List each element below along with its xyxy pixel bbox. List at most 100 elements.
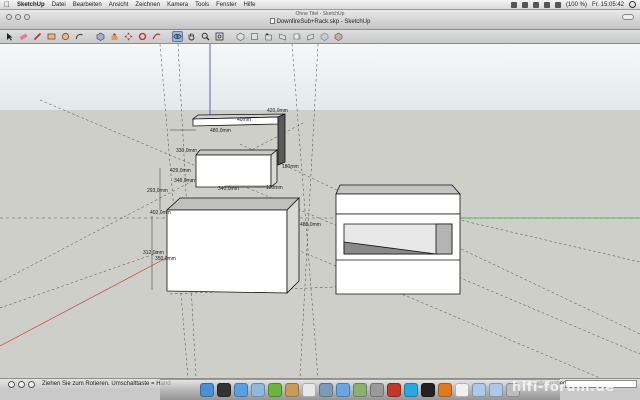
pencil-icon bbox=[33, 32, 42, 41]
make-component-button[interactable] bbox=[95, 31, 106, 42]
rotate-tool-button[interactable] bbox=[137, 31, 148, 42]
move-icon bbox=[124, 32, 133, 41]
circle-tool-button[interactable] bbox=[60, 31, 71, 42]
dock-finder-icon[interactable] bbox=[200, 383, 214, 397]
view-top-button[interactable] bbox=[249, 31, 260, 42]
dock-skype-icon[interactable] bbox=[404, 383, 418, 397]
select-tool-button[interactable] bbox=[4, 31, 15, 42]
offset-icon bbox=[152, 33, 161, 40]
style-shaded-button[interactable] bbox=[333, 31, 344, 42]
xray-icon bbox=[320, 32, 329, 41]
help-icon[interactable] bbox=[28, 380, 35, 388]
volume-icon[interactable] bbox=[543, 1, 550, 8]
dock-ical-icon[interactable] bbox=[302, 383, 316, 397]
offset-tool-button[interactable] bbox=[151, 31, 162, 42]
menubar:  SketchUp Datei Bearbeiten Ansicht Zeic… bbox=[0, 0, 640, 10]
left-view-icon bbox=[307, 33, 314, 41]
dock-preview-icon[interactable] bbox=[319, 383, 333, 397]
view-right-button[interactable] bbox=[277, 31, 288, 42]
rotate-icon bbox=[138, 32, 147, 41]
zoom-tool-button[interactable] bbox=[200, 31, 211, 42]
dock-terminal-icon[interactable] bbox=[421, 383, 435, 397]
apple-menu-icon[interactable]:  bbox=[4, 0, 11, 9]
hand-icon bbox=[188, 33, 195, 41]
back-view-icon bbox=[293, 33, 301, 40]
dock-documents-icon[interactable] bbox=[489, 383, 503, 397]
menu-bearbeiten[interactable]: Bearbeiten bbox=[73, 0, 102, 10]
model-scene bbox=[0, 44, 640, 378]
credits-icon[interactable] bbox=[18, 380, 25, 388]
menu-sketchup[interactable]: SketchUp bbox=[17, 0, 45, 10]
menu-datei[interactable]: Datei bbox=[52, 0, 66, 10]
menu-fenster[interactable]: Fenster bbox=[216, 0, 236, 10]
view-front-button[interactable] bbox=[263, 31, 274, 42]
iso-view-icon bbox=[236, 32, 245, 41]
menubar-clock[interactable]: Fr. 15:05:42 bbox=[592, 2, 624, 8]
window-titlebar[interactable]: Ohne Titel - SketchUp DownfireSub+Rack.s… bbox=[0, 10, 640, 30]
dock-textedit-icon[interactable] bbox=[455, 383, 469, 397]
dimension-label: 420,0mm bbox=[267, 108, 288, 114]
style-xray-button[interactable] bbox=[319, 31, 330, 42]
dock-mail-icon[interactable] bbox=[251, 383, 265, 397]
eraser-tool-button[interactable] bbox=[18, 31, 29, 42]
arc-tool-button[interactable] bbox=[74, 31, 85, 42]
window-title-block: Ohne Titel - SketchUp DownfireSub+Rack.s… bbox=[0, 11, 640, 27]
dock-dashboard-icon[interactable] bbox=[217, 383, 231, 397]
dimension-label: 120mm bbox=[266, 185, 283, 191]
pencil-tool-button[interactable] bbox=[32, 31, 43, 42]
menu-tools[interactable]: Tools bbox=[195, 0, 209, 10]
arrow-select-icon bbox=[7, 33, 13, 41]
status-message: Ziehen Sie zum Rotieren. Umschalttaste =… bbox=[42, 381, 171, 387]
dimension-label: 348,0mm bbox=[174, 178, 195, 184]
battery-icon[interactable] bbox=[554, 1, 561, 8]
modeling-viewport[interactable]: 420,0mm 40mm 480,0mm 330,0mm 180mm 429,0… bbox=[0, 44, 640, 378]
dock-address-book-icon[interactable] bbox=[285, 383, 299, 397]
main-toolbar bbox=[0, 30, 640, 44]
dock-itunes-icon[interactable] bbox=[336, 383, 350, 397]
menu-hilfe[interactable]: Hilfe bbox=[243, 0, 255, 10]
view-iso-button[interactable] bbox=[235, 31, 246, 42]
dock-iphoto-icon[interactable] bbox=[353, 383, 367, 397]
dock-ichat-icon[interactable] bbox=[268, 383, 282, 397]
rectangle-tool-button[interactable] bbox=[46, 31, 57, 42]
battery-percentage[interactable]: (100 %) bbox=[566, 2, 587, 8]
zoom-extents-button[interactable] bbox=[214, 31, 225, 42]
dock-safari-icon[interactable] bbox=[234, 383, 248, 397]
view-back-button[interactable] bbox=[291, 31, 302, 42]
dimension-label: 40mm bbox=[237, 117, 251, 123]
time-machine-icon[interactable] bbox=[521, 1, 528, 8]
dock-downloads-icon[interactable] bbox=[472, 383, 486, 397]
dock-system-prefs-icon[interactable] bbox=[370, 383, 384, 397]
document-title-text: DownfireSub+Rack.skp - SketchUp bbox=[276, 19, 371, 25]
left-cabinet-base bbox=[165, 197, 300, 294]
wifi-icon[interactable] bbox=[532, 1, 539, 8]
watermark: hifi-forum.de bbox=[512, 380, 615, 395]
pan-tool-button[interactable] bbox=[186, 31, 197, 42]
dimension-label: 330,0mm bbox=[176, 148, 197, 154]
menu-ansicht[interactable]: Ansicht bbox=[109, 0, 129, 10]
circle-icon bbox=[61, 32, 70, 41]
view-left-button[interactable] bbox=[305, 31, 316, 42]
toolbar-toggle-button[interactable] bbox=[622, 14, 634, 20]
zoom-extents-icon bbox=[215, 32, 224, 41]
dock-sketchup-icon[interactable] bbox=[387, 383, 401, 397]
red-axis bbox=[0, 255, 171, 347]
geo-location-icon[interactable] bbox=[8, 380, 15, 388]
bluetooth-icon[interactable] bbox=[510, 1, 517, 8]
dimension-label: 340,0mm bbox=[218, 186, 239, 192]
menu-zeichnen[interactable]: Zeichnen bbox=[135, 0, 160, 10]
dimension-label: 180mm bbox=[282, 164, 299, 170]
orbit-tool-button[interactable] bbox=[172, 31, 183, 42]
move-tool-button[interactable] bbox=[123, 31, 134, 42]
spotlight-icon[interactable] bbox=[629, 1, 636, 8]
pushpull-tool-button[interactable] bbox=[109, 31, 120, 42]
construction-lines bbox=[0, 44, 640, 378]
document-title: DownfireSub+Rack.skp - SketchUp bbox=[0, 18, 640, 27]
dock-firefox-icon[interactable] bbox=[438, 383, 452, 397]
dimension-label: 402,0mm bbox=[150, 210, 171, 216]
front-view-icon bbox=[265, 33, 272, 41]
sketchup-window: Ohne Titel - SketchUp DownfireSub+Rack.s… bbox=[0, 10, 640, 400]
dimension-label: 350,0mm bbox=[155, 256, 176, 262]
component-icon bbox=[96, 32, 105, 41]
menu-kamera[interactable]: Kamera bbox=[167, 0, 188, 10]
